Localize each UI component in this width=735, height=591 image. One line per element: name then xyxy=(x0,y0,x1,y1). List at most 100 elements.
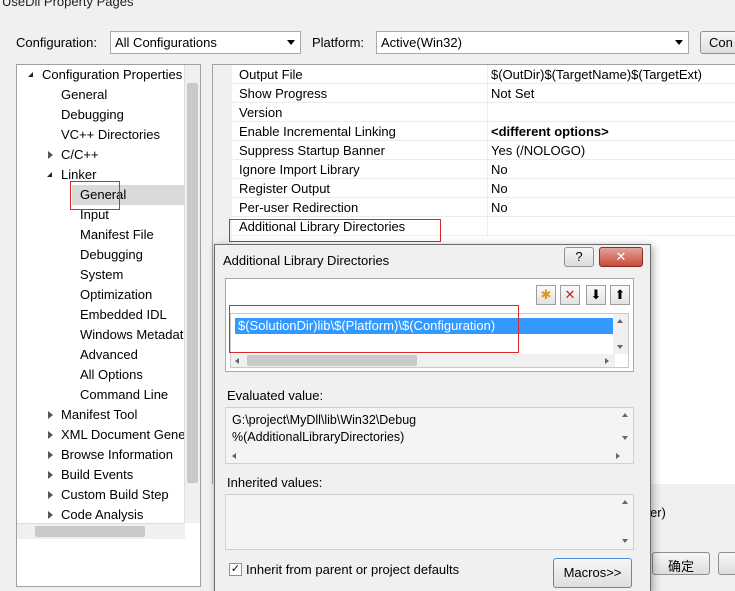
tree-item-all-options[interactable]: All Options xyxy=(80,365,143,385)
tree-item-vc-directories[interactable]: VC++ Directories xyxy=(61,125,160,145)
property-row[interactable]: Suppress Startup Banner Yes (/NOLOGO) xyxy=(232,141,735,160)
property-name: Ignore Import Library xyxy=(239,162,360,177)
annotation-box-linker-general xyxy=(70,181,120,210)
expand-closed-icon[interactable] xyxy=(48,511,53,519)
tree-item-embedded-idl[interactable]: Embedded IDL xyxy=(80,305,167,325)
entries-hscroll[interactable] xyxy=(231,354,615,367)
move-down-icon[interactable]: ⬇ xyxy=(586,285,606,305)
expand-closed-icon[interactable] xyxy=(48,491,53,499)
ok-button[interactable]: 确定 xyxy=(652,552,710,575)
property-name: Per-user Redirection xyxy=(239,200,359,215)
tree-item-manifest-tool[interactable]: Manifest Tool xyxy=(61,405,137,425)
property-value: <different options> xyxy=(491,124,609,139)
inherited-values-box xyxy=(225,494,634,550)
expand-closed-icon[interactable] xyxy=(48,151,53,159)
tree-item-custom-build-step[interactable]: Custom Build Step xyxy=(61,485,169,505)
property-name: Version xyxy=(239,105,283,120)
tree-item-manifest-file[interactable]: Manifest File xyxy=(80,225,154,245)
evaluated-value-box: G:\project\MyDll\lib\Win32\Debug %(Addit… xyxy=(225,407,634,464)
cancel-button[interactable] xyxy=(718,552,735,575)
tree-item-c-cpp[interactable]: C/C++ xyxy=(61,145,99,165)
tree-item-optimization[interactable]: Optimization xyxy=(80,285,152,305)
inherit-checkbox-label[interactable]: Inherit from parent or project defaults xyxy=(246,562,459,577)
evaluated-line: %(AdditionalLibraryDirectories) xyxy=(232,430,405,444)
scroll-up-icon[interactable] xyxy=(617,319,623,323)
platform-value: Active(Win32) xyxy=(381,35,462,50)
category-tree[interactable]: Configuration Properties General Debuggi… xyxy=(16,64,201,587)
scroll-left-icon[interactable] xyxy=(235,358,239,364)
tree-item-linker-debugging[interactable]: Debugging xyxy=(80,245,143,265)
property-name: Output File xyxy=(239,67,303,82)
tree-item-debugging[interactable]: Debugging xyxy=(61,105,124,125)
tree-item-code-analysis[interactable]: Code Analysis xyxy=(61,505,143,525)
scroll-up-icon[interactable] xyxy=(622,500,628,504)
configuration-manager-button[interactable]: Con xyxy=(700,31,735,54)
expand-open-icon[interactable] xyxy=(47,172,52,177)
property-name: Register Output xyxy=(239,181,331,196)
scroll-down-icon[interactable] xyxy=(617,345,623,349)
tree-item-general[interactable]: General xyxy=(61,85,107,105)
chevron-down-icon xyxy=(287,40,295,45)
expand-closed-icon[interactable] xyxy=(48,471,53,479)
partial-text: er) xyxy=(650,505,666,520)
property-name: Suppress Startup Banner xyxy=(239,143,385,158)
expand-open-icon xyxy=(28,72,33,77)
property-row[interactable]: Per-user Redirection No xyxy=(232,198,735,217)
expand-closed-icon[interactable] xyxy=(48,431,53,439)
tree-item-build-events[interactable]: Build Events xyxy=(61,465,133,485)
configuration-dropdown[interactable]: All Configurations xyxy=(110,31,301,54)
annotation-box-entry xyxy=(229,305,519,353)
property-name: Enable Incremental Linking xyxy=(239,124,396,139)
scroll-down-icon[interactable] xyxy=(622,539,628,543)
entries-vscroll[interactable] xyxy=(613,314,628,354)
property-value: No xyxy=(491,181,508,196)
property-row[interactable]: Version xyxy=(232,103,735,122)
help-button[interactable]: ? xyxy=(564,247,594,267)
move-up-icon[interactable]: ⬆ xyxy=(610,285,630,305)
property-row[interactable]: Show Progress Not Set xyxy=(232,84,735,103)
tree-item-command-line[interactable]: Command Line xyxy=(80,385,168,405)
property-name: Show Progress xyxy=(239,86,328,101)
chevron-down-icon xyxy=(675,40,683,45)
tree-horizontal-scrollbar[interactable] xyxy=(17,523,185,539)
configuration-label: Configuration: xyxy=(16,35,97,50)
tree-item-browse-information[interactable]: Browse Information xyxy=(61,445,173,465)
tree-item-xml-document-generator[interactable]: XML Document Generator xyxy=(61,425,200,445)
configuration-value: All Configurations xyxy=(115,35,217,50)
property-row[interactable]: Register Output No xyxy=(232,179,735,198)
inherit-checkbox[interactable]: ✓ xyxy=(229,563,242,576)
tree-item-system[interactable]: System xyxy=(80,265,123,285)
property-row[interactable]: Enable Incremental Linking <different op… xyxy=(232,122,735,141)
new-line-icon[interactable]: ✱ xyxy=(536,285,556,305)
expand-closed-icon[interactable] xyxy=(48,451,53,459)
scroll-down-icon[interactable] xyxy=(622,436,628,440)
tree-item-windows-metadata[interactable]: Windows Metadata xyxy=(80,325,191,345)
property-value: $(OutDir)$(TargetName)$(TargetExt) xyxy=(491,67,702,82)
macros-button[interactable]: Macros>> xyxy=(553,558,632,588)
scroll-up-icon[interactable] xyxy=(622,413,628,417)
evaluated-line: G:\project\MyDll\lib\Win32\Debug xyxy=(232,413,417,427)
platform-dropdown[interactable]: Active(Win32) xyxy=(376,31,689,54)
dialog-title: Additional Library Directories xyxy=(223,253,390,268)
property-value: Not Set xyxy=(491,86,535,101)
inherited-label: Inherited values: xyxy=(227,475,323,490)
expand-closed-icon[interactable] xyxy=(48,411,53,419)
scroll-right-icon[interactable] xyxy=(616,453,620,459)
entries-hscroll-thumb[interactable] xyxy=(247,355,417,366)
tree-hscroll-thumb[interactable] xyxy=(35,526,145,537)
close-button[interactable]: ✕ xyxy=(599,247,643,267)
annotation-box-additional-library-directories xyxy=(229,219,441,242)
additional-library-directories-dialog: Additional Library Directories ? ✕ ✱ ✕ ⬇… xyxy=(214,244,651,591)
platform-label: Platform: xyxy=(312,35,365,50)
tree-item-advanced[interactable]: Advanced xyxy=(80,345,138,365)
scroll-right-icon[interactable] xyxy=(605,358,609,364)
delete-icon[interactable]: ✕ xyxy=(560,285,580,305)
scroll-left-icon[interactable] xyxy=(232,453,236,459)
tree-vertical-scrollbar[interactable] xyxy=(184,65,200,523)
property-row[interactable]: Output File $(OutDir)$(TargetName)$(Targ… xyxy=(232,65,735,84)
property-row[interactable]: Ignore Import Library No xyxy=(232,160,735,179)
tree-scroll-thumb[interactable] xyxy=(187,83,198,483)
window-title: UseDll Property Pages xyxy=(2,0,134,9)
evaluated-label: Evaluated value: xyxy=(227,388,324,403)
tree-item-configuration-properties[interactable]: Configuration Properties xyxy=(42,65,182,85)
